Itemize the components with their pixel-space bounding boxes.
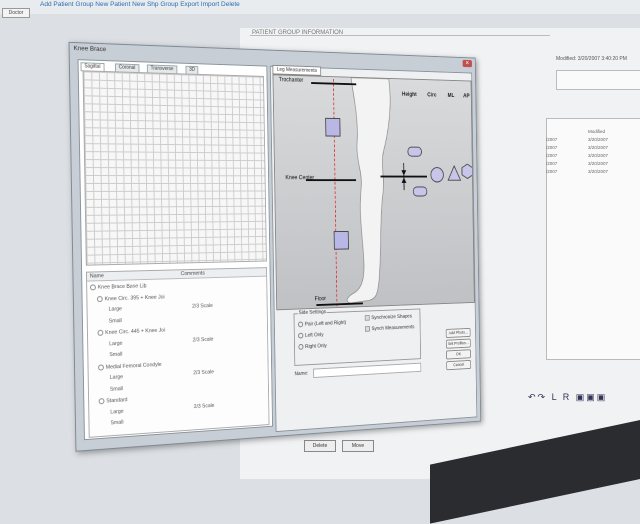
tree-item[interactable]: Small bbox=[110, 420, 123, 427]
floor-label: Floor bbox=[315, 296, 327, 302]
ok-button[interactable]: OK bbox=[446, 349, 471, 359]
arrow-icon bbox=[400, 163, 408, 190]
triangle-shape-icon[interactable] bbox=[447, 165, 461, 181]
tree-item-comment: 2/3 Scale bbox=[193, 336, 214, 343]
tree-item-label: Large bbox=[109, 306, 122, 312]
tree-item[interactable]: Large bbox=[110, 374, 123, 381]
toolbar-icons[interactable]: ↶↷ L R ▣▣▣ bbox=[528, 392, 640, 422]
tree-item-label: Small bbox=[109, 352, 122, 359]
tree-item-comment: 2/3 Scale bbox=[192, 303, 213, 310]
tree-item[interactable]: Medial Femoral Condyle bbox=[98, 361, 162, 371]
right-panel: Leg Measurements Trochanter Knee Center … bbox=[270, 66, 477, 432]
tree-item-label: Small bbox=[110, 386, 123, 393]
tree-item[interactable]: Knee Brace Base Lib bbox=[90, 283, 147, 291]
tree-item[interactable]: Standard bbox=[99, 397, 128, 405]
tree-item[interactable]: Small bbox=[109, 352, 122, 359]
tree-item-comment: 2/3 Scale bbox=[193, 369, 214, 376]
delete-button[interactable]: Delete bbox=[304, 440, 336, 452]
background-tab-doctor[interactable]: Doctor bbox=[2, 8, 30, 18]
tree-item[interactable]: Knee Circ. 445 + Knee Joi bbox=[97, 327, 165, 336]
add-photo-button[interactable]: Add Photo... bbox=[446, 328, 471, 338]
tree-item-label: Medial Femoral Condyle bbox=[106, 361, 162, 370]
name-input[interactable] bbox=[313, 363, 421, 378]
height-column-label: Height bbox=[402, 92, 417, 98]
tree-item[interactable]: Knee Circ. 395 + Knee Joi bbox=[97, 294, 165, 303]
tree-item-label: Small bbox=[109, 318, 122, 324]
table-row: 3/20/2007 bbox=[588, 168, 608, 176]
knee-brace-dialog: Knee Brace ✕ Sagittal Coronal Transverse… bbox=[69, 42, 482, 452]
leg-canvas[interactable]: Trochanter Knee Center Floor Height Circ… bbox=[273, 74, 475, 310]
tree-item[interactable]: Large bbox=[110, 408, 123, 415]
trochanter-label: Trochanter bbox=[279, 77, 304, 83]
background-date-column: Modified 3/20/2007 3/20/2007 3/20/2007 3… bbox=[588, 128, 608, 176]
tree-item-label: Small bbox=[110, 420, 123, 427]
synch-measurements-checkbox[interactable]: Synch Measurements bbox=[365, 324, 414, 332]
ap-column-label: AP bbox=[463, 94, 470, 100]
side-settings-group: Side Settings Pair (Left and Right) Left… bbox=[294, 309, 421, 366]
cancel-button[interactable]: Cancel bbox=[446, 360, 471, 370]
tree-item-label: Knee Brace Base Lib bbox=[98, 283, 147, 290]
knee-center-label: Knee Center bbox=[285, 175, 314, 181]
tree-item-label: Large bbox=[110, 408, 123, 415]
background-side-column: /2007 /2007 /2007 /2007 /2007 bbox=[546, 128, 557, 176]
table-row: 3/20/2007 bbox=[588, 152, 608, 160]
tree-item-label: Knee Circ. 395 + Knee Joi bbox=[105, 294, 165, 302]
leg-silhouette bbox=[273, 75, 474, 309]
tree-node-icon bbox=[99, 398, 105, 404]
table-row: 3/20/2007 bbox=[588, 136, 608, 144]
tree-node-icon bbox=[97, 330, 103, 336]
pair-radio[interactable]: Pair (Left and Right) bbox=[298, 320, 346, 328]
modified-field: Modified: 3/20/2007 3:40:20 PM bbox=[556, 56, 627, 62]
move-button[interactable]: Move bbox=[342, 440, 374, 452]
upper-measure-box[interactable] bbox=[325, 118, 340, 137]
right-only-radio[interactable]: Right Only bbox=[298, 343, 327, 350]
left-only-radio[interactable]: Left Only bbox=[298, 332, 323, 339]
tree-item[interactable]: Large bbox=[109, 306, 122, 312]
lower-measure-box[interactable] bbox=[334, 231, 349, 250]
name-column-header[interactable]: Name bbox=[90, 273, 104, 279]
background-menu-text[interactable]: Add Patient Group New Patient New Shp Gr… bbox=[40, 1, 240, 8]
tree-item[interactable]: Small bbox=[110, 386, 123, 393]
table-row: 3/20/2007 bbox=[588, 144, 608, 152]
tree-item-label: Knee Circ. 445 + Knee Joi bbox=[105, 328, 165, 336]
tree-item[interactable]: Large bbox=[109, 340, 122, 347]
close-icon[interactable]: ✕ bbox=[463, 60, 472, 67]
tree-node-icon bbox=[98, 364, 104, 370]
height-lower-field[interactable] bbox=[413, 187, 427, 197]
tree-item[interactable]: Small bbox=[109, 318, 122, 324]
tree-item-label: Large bbox=[110, 374, 123, 381]
tree-item-label: Standard bbox=[106, 397, 127, 404]
modified-col-header: Modified bbox=[588, 128, 608, 136]
tree-item-comment: 2/3 Scale bbox=[194, 402, 215, 409]
circle-shape-icon[interactable] bbox=[430, 167, 444, 183]
background-field bbox=[556, 70, 640, 90]
side-settings-title: Side Settings bbox=[298, 309, 327, 316]
tree-item-label: Large bbox=[109, 340, 122, 347]
tree-node-icon bbox=[97, 296, 103, 302]
hexagon-shape-icon[interactable] bbox=[461, 163, 474, 179]
divider bbox=[250, 35, 550, 36]
left-panel: Sagittal Coronal Transverse 3D Name Comm… bbox=[78, 59, 273, 440]
tree-node-icon bbox=[90, 284, 96, 290]
name-label: Name: bbox=[294, 371, 308, 377]
comments-column-header[interactable]: Comments bbox=[181, 271, 205, 277]
synchronize-shapes-checkbox[interactable]: Synchronize Shapes bbox=[365, 313, 412, 321]
background-menu-bar: Add Patient Group New Patient New Shp Gr… bbox=[0, 0, 640, 14]
dialog-title: Knee Brace bbox=[73, 45, 106, 53]
ml-column-label: ML bbox=[448, 93, 455, 99]
grid-canvas[interactable] bbox=[83, 70, 267, 265]
tree-header: Name Comments bbox=[87, 268, 266, 281]
height-upper-field[interactable] bbox=[407, 147, 421, 157]
circ-column-label: Circ bbox=[427, 93, 436, 99]
brace-tree: Name Comments Knee Brace Base Lib Knee Ci… bbox=[86, 267, 270, 438]
table-row: 3/20/2007 bbox=[588, 160, 608, 168]
set-profiles-button[interactable]: Set Profiles... bbox=[446, 339, 471, 349]
